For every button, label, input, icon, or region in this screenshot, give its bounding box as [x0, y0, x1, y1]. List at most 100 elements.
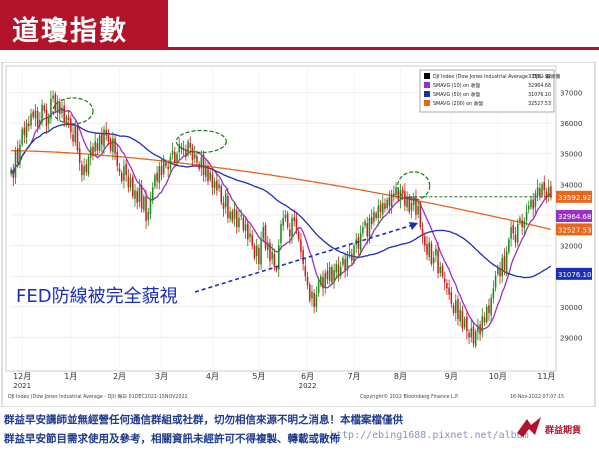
price-tag-value: 32527.53 — [558, 226, 591, 234]
candle-body — [282, 218, 284, 226]
x-tick-label: 2月 — [113, 372, 126, 381]
candle-body — [550, 185, 552, 197]
candle-body — [52, 95, 54, 99]
legend: DJI Index (Dow Jones Industrial Average … — [419, 69, 560, 113]
candle-body — [335, 263, 338, 273]
candle-body — [293, 217, 296, 222]
candle-body — [454, 300, 457, 313]
candle-body — [503, 256, 506, 271]
candle-body — [87, 156, 90, 175]
legend-value: 32527.53 — [528, 101, 551, 107]
candle-body — [508, 239, 510, 253]
y-tick-label: 30000 — [560, 304, 582, 312]
candle-body — [311, 291, 313, 299]
candle-body — [255, 245, 258, 257]
candle-body — [286, 213, 289, 228]
candle-body — [401, 189, 404, 194]
candle-body — [295, 218, 298, 231]
x-tick-label: 12月 — [13, 372, 31, 381]
candle-body — [105, 129, 108, 136]
annotation-text: FED防線被完全藐視 — [16, 286, 178, 307]
candle-body — [193, 153, 196, 159]
legend-value: 33592.92 — [528, 74, 551, 80]
candle-body — [125, 163, 127, 176]
disclaimer-line-1: 群益早安講師並無經營任何通信群組或社群，切勿相信來源不明之消息！本檔案檔僅供 — [4, 414, 403, 426]
x-tick-label: 7月 — [347, 372, 360, 381]
x-tick-label: 1月 — [64, 372, 77, 381]
candle-body — [218, 184, 220, 189]
candle-body — [432, 257, 435, 264]
candle-body — [379, 204, 382, 212]
x-tick-label: 11月 — [537, 372, 555, 381]
candle-body — [191, 147, 194, 160]
copyright: Copyright© 2022 Bloomberg Finance L.P. — [360, 393, 459, 400]
candle-body — [479, 324, 481, 335]
candle-body — [169, 156, 172, 169]
candle-body — [143, 196, 145, 211]
candle-body — [344, 259, 346, 271]
candle-body — [384, 203, 386, 209]
candle-body — [74, 126, 77, 143]
candle-body — [521, 220, 523, 228]
candle-body — [200, 156, 203, 169]
candle-body — [289, 229, 291, 237]
price-tag-value: 31076.10 — [558, 271, 591, 279]
candle-body — [50, 98, 52, 119]
legend-label: SMAVG (10) on 收盤 — [433, 82, 480, 89]
candle-body — [231, 211, 234, 222]
price-tag-value: 33592.92 — [558, 194, 591, 202]
candle-body — [14, 150, 17, 178]
candle-body — [466, 316, 468, 332]
candle-body — [72, 134, 74, 142]
candle-body — [25, 123, 28, 138]
candle-body — [151, 187, 154, 201]
header: 道瓊指數 — [0, 0, 599, 56]
candle-body — [92, 146, 94, 154]
candle-body — [233, 208, 236, 219]
candle-body — [30, 113, 32, 126]
candle-body — [393, 193, 395, 197]
candle-body — [362, 227, 364, 234]
candle-body — [494, 276, 497, 288]
candle-body — [342, 257, 344, 265]
candle-body — [140, 185, 143, 209]
candle-body — [324, 273, 327, 288]
candle-body — [317, 282, 320, 293]
candle-body — [41, 104, 43, 123]
candle-body — [492, 288, 495, 299]
y-tick-label: 32000 — [560, 243, 582, 251]
candle-body — [439, 266, 442, 274]
candle-body — [109, 139, 112, 151]
candle-body — [322, 276, 324, 289]
candle-body — [510, 227, 512, 239]
candle-body — [145, 196, 147, 222]
candle-body — [118, 168, 121, 173]
candle-body — [21, 129, 23, 145]
candle-body — [129, 178, 132, 188]
candle-body — [421, 228, 424, 237]
candle-body — [291, 218, 293, 238]
candle-body — [196, 156, 198, 163]
x-tick-year: 2021 — [13, 382, 31, 390]
candle-body — [320, 276, 322, 285]
candle-body — [67, 116, 70, 121]
candle-body — [359, 233, 362, 251]
candle-body — [220, 185, 223, 203]
candle-body — [353, 245, 355, 262]
legend-swatch — [424, 100, 430, 106]
candle-body — [446, 283, 448, 289]
candle-body — [76, 125, 79, 151]
candle-body — [397, 189, 400, 200]
candle-body — [222, 202, 225, 209]
legend-value: 32964.68 — [528, 83, 551, 89]
candle-body — [304, 266, 307, 277]
x-tick-label: 4月 — [206, 372, 219, 381]
watermark: http://ebing1688.pixnet.net/album — [330, 430, 529, 441]
x-tick-label: 5月 — [252, 372, 265, 381]
candle-body — [70, 118, 72, 133]
candle-body — [114, 138, 116, 154]
candle-body — [547, 187, 550, 197]
candle-body — [477, 325, 479, 333]
x-tick-label: 8月 — [394, 372, 407, 381]
dow-jones-chart: 2900030000310003200033000340003500036000… — [1, 62, 596, 407]
